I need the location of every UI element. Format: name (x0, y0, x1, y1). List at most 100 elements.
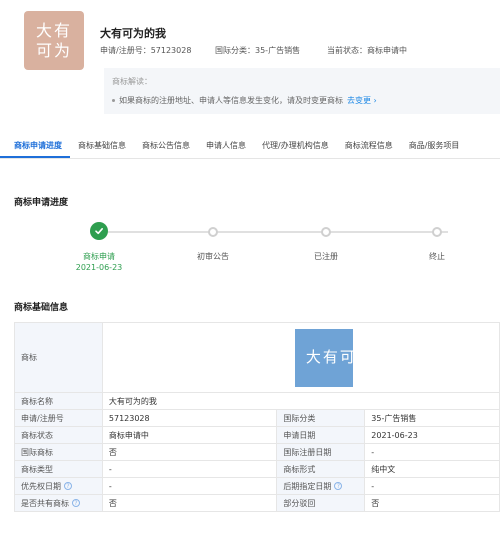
help-icon[interactable]: ? (72, 499, 80, 507)
info-row: 商标状态 商标申请中 申请日期 2021-06-23 (14, 426, 500, 444)
info-label-text: 部分驳回 (283, 498, 316, 508)
info-label: 优先权日期? (14, 477, 103, 495)
step-label-1: 初审公告 (197, 252, 229, 261)
check-icon (90, 222, 108, 240)
info-value-text: 商标申请中 (108, 430, 149, 440)
info-label-text: 商标状态 (21, 430, 53, 440)
info-label-text: 是否共有商标 (21, 498, 69, 508)
info-value-text: 否 (371, 498, 380, 508)
tab-5[interactable]: 商标流程信息 (337, 135, 401, 158)
help-icon[interactable]: ? (64, 482, 72, 490)
info-value: 否 (101, 494, 278, 512)
name-label: 商标名称 (14, 392, 103, 410)
info-value-text: - (108, 464, 112, 474)
info-value: 35-广告销售 (364, 409, 500, 427)
chevron-right-icon: › (373, 96, 377, 105)
info-value: 否 (364, 494, 500, 512)
info-value-text: 否 (108, 498, 117, 508)
trademark-image-cell: 大有可为 (101, 322, 500, 393)
info-row: 商标类型 - 商标形式 纯中文 (14, 460, 500, 478)
trademark-notice: 商标解读： 如果商标的注册地址、申请人等信息发生变化，请及时变更商标 去变更 › (104, 68, 500, 114)
info-value: 商标申请中 (101, 426, 278, 444)
info-value: - (364, 477, 500, 495)
info-label: 商标状态 (14, 426, 103, 444)
notice-text: 如果商标的注册地址、申请人等信息发生变化，请及时变更商标 (119, 96, 343, 105)
info-value-text: 35-广告销售 (371, 413, 417, 423)
progress-steps: 商标申请 2021-06-23 初审公告 已注册 终止 (0, 222, 500, 277)
info-label: 商标类型 (14, 460, 103, 478)
info-value: - (101, 460, 278, 478)
tab-bar: 商标申请进度 商标基础信息 商标公告信息 申请人信息 代理/办理机构信息 商标流程信息 商品… (0, 135, 500, 159)
info-label-text: 商标类型 (21, 464, 53, 474)
tab-3[interactable]: 申请人信息 (198, 135, 254, 158)
trademark-image-row: 商标 大有可为 (14, 322, 500, 393)
info-label-text: 国际分类 (283, 413, 316, 423)
notice-title: 商标解读： (112, 77, 152, 86)
trademark-header: 大有可为 大有可为的我 申请/注册号：57123028 国际分类：35-广告销售… (0, 0, 500, 120)
info-value-text: - (371, 481, 375, 491)
tab-6[interactable]: 商品/服务项目 (401, 135, 468, 158)
trademark-logo-text: 大有可为 (35, 20, 72, 60)
info-label-text: 国际商标 (21, 447, 53, 457)
tab-1[interactable]: 商标基础信息 (70, 135, 134, 158)
info-label: 申请日期 (276, 426, 366, 444)
progress-track (108, 231, 448, 233)
step-dot-2 (321, 227, 331, 237)
info-label: 后期指定日期? (276, 477, 366, 495)
info-label-text: 申请日期 (283, 430, 316, 440)
change-link[interactable]: 去变更 › (347, 95, 377, 106)
tab-0[interactable]: 商标申请进度 (0, 135, 70, 158)
info-value: 2021-06-23 (364, 426, 500, 444)
info-label: 部分驳回 (276, 494, 366, 512)
info-value: 57123028 (101, 409, 278, 427)
info-value-text: 纯中文 (371, 464, 396, 474)
info-value: - (364, 443, 500, 461)
info-row: 优先权日期? - 后期指定日期? - (14, 477, 500, 495)
info-value-text: - (371, 447, 375, 457)
trademark-logo: 大有可为 (24, 11, 84, 70)
info-value-text: - (108, 481, 112, 491)
basic-info-table: 商标 大有可为 商标名称 大有可为的我 申请/注册号 57123028 国际分类 35… (14, 322, 500, 512)
international-class: 国际分类：35-广告销售 (215, 46, 301, 55)
info-row: 是否共有商标? 否 部分驳回 否 (14, 494, 500, 512)
info-label-text: 后期指定日期 (283, 481, 332, 491)
step-dot-3 (432, 227, 442, 237)
info-label-text: 优先权日期 (21, 481, 61, 491)
registration-number: 申请/注册号：57123028 (100, 46, 192, 55)
step-date-0: 2021-06-23 (75, 263, 123, 272)
info-value: - (101, 477, 278, 495)
info-label-text: 国际注册日期 (283, 447, 332, 457)
tab-4[interactable]: 代理/办理机构信息 (254, 135, 337, 158)
info-label: 申请/注册号 (14, 409, 103, 427)
progress-section-title: 商标申请进度 (14, 198, 69, 208)
info-row: 申请/注册号 57123028 国际分类 35-广告销售 (14, 409, 500, 427)
info-value: 否 (101, 443, 278, 461)
info-label-text: 申请/注册号 (21, 413, 64, 423)
tab-2[interactable]: 商标公告信息 (134, 135, 198, 158)
info-label: 国际商标 (14, 443, 103, 461)
notice-line: 如果商标的注册地址、申请人等信息发生变化，请及时变更商标 去变更 › (112, 95, 492, 106)
trademark-meta: 申请/注册号：57123028 国际分类：35-广告销售 当前状态：商标申请中 (100, 45, 407, 56)
info-value-text: 57123028 (108, 413, 150, 423)
info-label: 国际分类 (276, 409, 366, 427)
bullet-icon (112, 99, 115, 102)
info-label: 国际注册日期 (276, 443, 366, 461)
step-label-2: 已注册 (314, 252, 338, 261)
name-value: 大有可为的我 (101, 392, 500, 410)
info-label: 是否共有商标? (14, 494, 103, 512)
basic-info-section-title: 商标基础信息 (14, 303, 69, 313)
info-row: 国际商标 否 国际注册日期 - (14, 443, 500, 461)
current-status: 当前状态：商标申请中 (327, 46, 407, 55)
trademark-image-text: 大有可为 (305, 348, 374, 366)
help-icon[interactable]: ? (334, 482, 343, 490)
info-value: 纯中文 (364, 460, 500, 478)
trademark-label: 商标 (14, 322, 103, 393)
step-dot-1 (208, 227, 218, 237)
trademark-image: 大有可为 (294, 328, 374, 387)
change-link-label[interactable]: 去变更 (347, 96, 371, 105)
info-label-text: 商标形式 (283, 464, 316, 474)
trademark-name: 大有可为的我 (100, 27, 166, 40)
info-value-text: 否 (108, 447, 117, 457)
step-label-0: 商标申请 (83, 252, 115, 261)
info-value-text: 2021-06-23 (371, 430, 418, 440)
